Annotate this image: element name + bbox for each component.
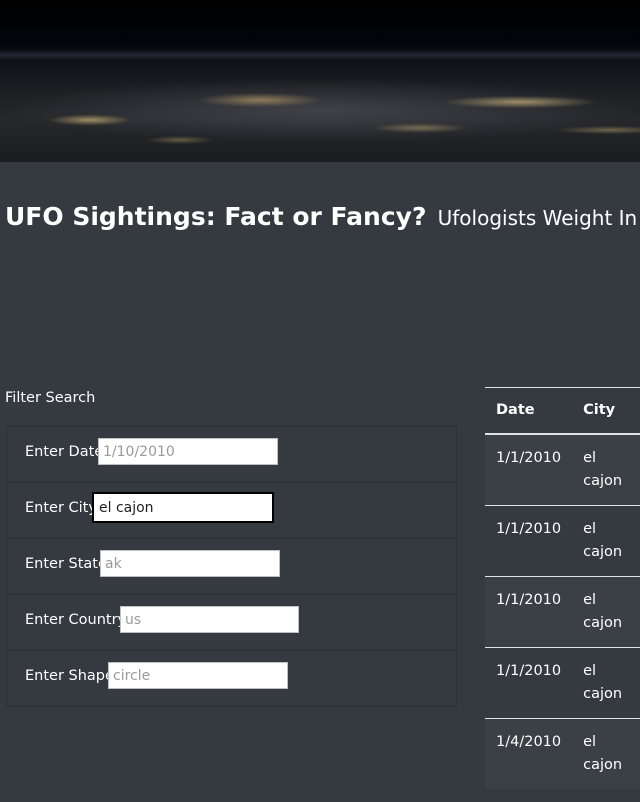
filter-row-country: Enter Country [7,595,456,651]
city-label: Enter City [25,500,97,516]
ufo-table: Date City 1/1/2010 el cajon 1/1/2010 el … [485,387,640,789]
country-label: Enter Country [25,612,127,628]
date-cell: 1/1/2010 [485,646,573,718]
page-subtitle: Ufologists Weight In [437,206,638,230]
filter-search-heading: Filter Search [5,390,96,406]
city-input[interactable] [92,492,274,523]
state-label: Enter State [25,556,107,572]
state-input[interactable] [100,550,280,577]
column-header-city: City [572,387,640,435]
city-cell: el cajon [572,646,640,718]
hero-banner-image [0,0,640,162]
earth-horizon [0,50,640,60]
table-row: 1/1/2010 el cajon [485,646,640,718]
filter-row-shape: Enter Shape [7,651,456,707]
shape-input[interactable] [108,662,288,689]
date-cell: 1/4/2010 [485,717,573,789]
shape-label: Enter Shape [25,668,114,684]
city-cell: el cajon [572,433,640,505]
page-title: UFO Sightings: Fact or Fancy? Ufologists… [5,195,637,233]
city-cell: el cajon [572,717,640,789]
filter-form: Enter Date Enter City Enter State Enter … [6,426,457,707]
filter-row-state: Enter State [7,539,456,595]
date-cell: 1/1/2010 [485,433,573,505]
date-cell: 1/1/2010 [485,575,573,647]
table-row: 1/1/2010 el cajon [485,504,640,576]
date-cell: 1/1/2010 [485,504,573,576]
filter-row-date: Enter Date [7,427,456,483]
city-cell: el cajon [572,575,640,647]
city-cell: el cajon [572,504,640,576]
date-label: Enter Date [25,444,104,460]
filter-row-city: Enter City [7,483,456,539]
date-input[interactable] [98,438,278,465]
table-row: 1/1/2010 el cajon [485,433,640,505]
table-row: 1/1/2010 el cajon [485,575,640,647]
country-input[interactable] [120,606,299,633]
table-header-row: Date City [485,387,640,435]
page-title-main: UFO Sightings: Fact or Fancy? [5,202,427,231]
table-row: 1/4/2010 el cajon [485,717,640,789]
ufo-table-container: Date City 1/1/2010 el cajon 1/1/2010 el … [485,387,640,789]
column-header-date: Date [485,387,573,435]
